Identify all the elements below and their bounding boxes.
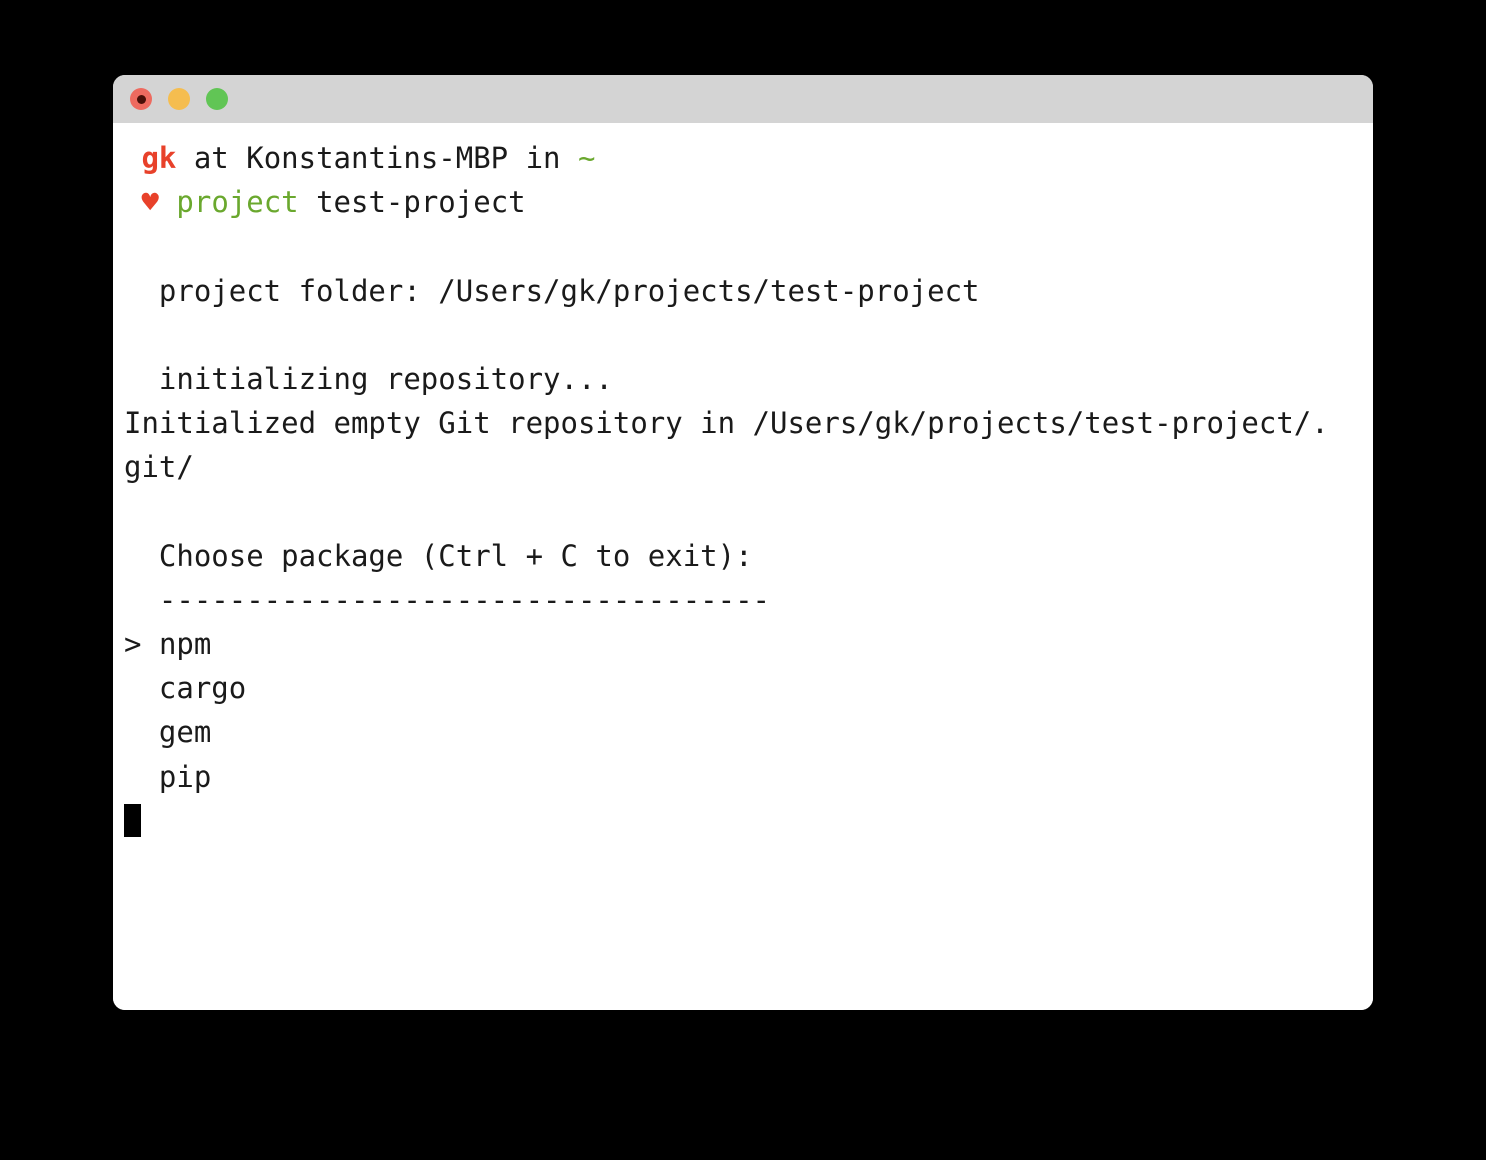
cursor-line: [113, 799, 1373, 843]
text-cursor: [124, 804, 141, 838]
menu-item-label: gem: [158, 715, 212, 750]
menu-gap: [124, 715, 159, 749]
output-line-initializing-repository: initializing repository...: [124, 361, 613, 396]
output-line-choose-package-prompt: Choose package (Ctrl + C to exit):: [124, 538, 753, 573]
terminal-window: gk at Konstantins-MBP in ~ ♥ project tes…: [113, 75, 1373, 1010]
output-line-git-init-1: Initialized empty Git repository in /Use…: [124, 406, 1329, 441]
menu-gap: [124, 760, 159, 794]
prompt-space-after-command: [299, 185, 316, 219]
prompt-hostname: Konstantins-MBP: [246, 141, 509, 175]
menu-pointer-icon: >: [124, 627, 142, 662]
menu-item-cargo[interactable]: cargo: [113, 666, 1373, 710]
menu-item-label: cargo: [158, 671, 247, 706]
prompt-line-1: gk at Konstantins-MBP in ~: [113, 136, 1373, 180]
prompt-in-text: in: [508, 141, 578, 175]
output-line-git-init-2: git/: [124, 450, 194, 485]
menu-item-label: npm: [158, 627, 212, 662]
menu-item-npm[interactable]: > npm: [113, 622, 1373, 666]
output-line-separator: -----------------------------------: [124, 582, 771, 617]
close-button-icon[interactable]: [130, 88, 152, 110]
title-bar: [113, 75, 1373, 123]
prompt-leading-space: [124, 141, 141, 175]
menu-gap: [141, 627, 158, 661]
menu-item-label: pip: [158, 759, 212, 794]
menu-item-pip[interactable]: pip: [113, 755, 1373, 799]
prompt-at-text: at: [176, 141, 247, 175]
menu-gap: [124, 671, 159, 705]
prompt-username: gk: [141, 141, 177, 175]
prompt-line2-leading-space: [124, 185, 141, 219]
command-argument: test-project: [316, 185, 526, 220]
prompt-line-2: ♥ project test-project: [113, 180, 1373, 224]
zoom-button-icon[interactable]: [206, 88, 228, 110]
output-line-project-folder: project folder: /Users/gk/projects/test-…: [124, 273, 980, 308]
terminal-output-area[interactable]: gk at Konstantins-MBP in ~ ♥ project tes…: [113, 123, 1373, 1010]
command-name: project: [176, 185, 299, 220]
menu-item-gem[interactable]: gem: [113, 710, 1373, 754]
heart-icon: ♥: [141, 185, 159, 220]
prompt-cwd: ~: [577, 141, 596, 175]
prompt-space-after-heart: [159, 185, 176, 219]
minimize-button-icon[interactable]: [168, 88, 190, 110]
